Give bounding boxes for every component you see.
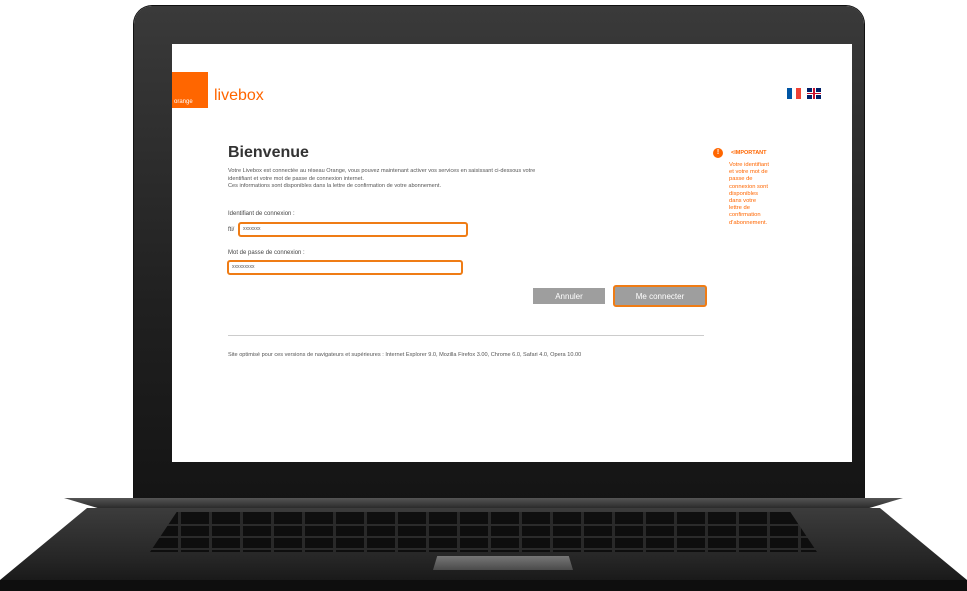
- important-line: passe de: [729, 176, 753, 183]
- login-label: Identifiant de connexion :: [228, 211, 295, 217]
- logo-text: orange: [174, 99, 193, 105]
- intro-line: Ces informations sont disponibles dans l…: [228, 183, 441, 189]
- page-title: Bienvenue: [228, 144, 309, 161]
- page-header: orange livebox: [172, 72, 852, 112]
- important-line: lettre de: [729, 205, 750, 212]
- cancel-button[interactable]: Annuler: [533, 288, 605, 304]
- login-input[interactable]: xxxxxxx: [238, 222, 468, 237]
- flag-uk-icon[interactable]: [807, 88, 821, 99]
- laptop-foot: [0, 580, 967, 591]
- important-line: Votre identifiant: [729, 162, 769, 168]
- important-line: et votre mot de: [729, 169, 768, 176]
- intro-text: Votre Livebox est connectée au réseau Or…: [228, 168, 708, 191]
- important-title: <IMPORTANT: [731, 150, 767, 156]
- connect-button[interactable]: Me connecter: [613, 285, 707, 307]
- intro-line: Votre Livebox est connectée au réseau Or…: [228, 168, 536, 174]
- intro-line: identifiant et votre mot de passe de con…: [228, 175, 364, 182]
- flag-fr-icon[interactable]: [787, 88, 802, 99]
- important-line: dans votre: [729, 198, 757, 205]
- important-line: d'abonnement.: [729, 219, 768, 226]
- login-prefix: fti/: [228, 227, 235, 233]
- important-line: disponibles: [729, 190, 759, 197]
- laptop-base: [0, 498, 967, 591]
- browser-support-note: Site optimisé pour ces versions de navig…: [228, 352, 582, 358]
- password-label: Mot de passe de connexion :: [228, 250, 305, 256]
- browser-screen: orange livebox Bienvenue Votre Livebox e…: [172, 44, 852, 462]
- important-text: Votre identifiant et votre mot de passe …: [729, 162, 801, 227]
- divider: [228, 335, 704, 336]
- keyboard: [150, 512, 817, 552]
- important-line: confirmation: [729, 212, 761, 219]
- password-input[interactable]: xxxxxxxxx: [227, 260, 463, 275]
- language-selector: [787, 88, 821, 99]
- brand-name: livebox: [214, 87, 264, 104]
- laptop-hinge: [64, 498, 903, 508]
- info-icon: !: [713, 148, 723, 158]
- important-line: connexion sont: [729, 183, 768, 190]
- trackpad: [433, 556, 573, 570]
- orange-logo: orange: [172, 72, 208, 108]
